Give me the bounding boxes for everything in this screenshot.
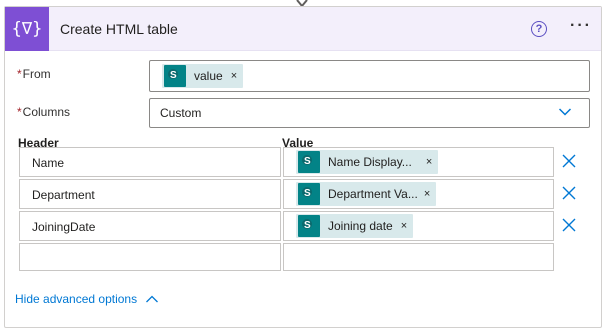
- action-title[interactable]: Create HTML table: [60, 21, 178, 37]
- from-input[interactable]: value ×: [149, 60, 590, 92]
- sharepoint-icon: [298, 151, 320, 173]
- columns-label: *Columns: [17, 105, 70, 119]
- hide-advanced-options-link[interactable]: Hide advanced options: [15, 292, 159, 306]
- value-input[interactable]: Department Va... ×: [283, 179, 554, 209]
- header-cell-text: Name: [32, 156, 65, 170]
- help-icon[interactable]: ?: [531, 21, 547, 37]
- sharepoint-icon: [298, 215, 320, 237]
- action-card: {∇} Create HTML table ? ··· *From value …: [4, 6, 602, 328]
- value-input[interactable]: Joining date ×: [283, 211, 554, 241]
- header-input[interactable]: Name: [19, 147, 281, 177]
- advanced-options-label: Hide advanced options: [15, 292, 138, 306]
- dynamic-content-token[interactable]: Joining date ×: [296, 214, 414, 238]
- token-label: Name Display...: [328, 155, 412, 169]
- dynamic-content-token[interactable]: Department Va... ×: [296, 182, 437, 206]
- header-input[interactable]: Department: [19, 179, 281, 209]
- required-marker: *: [17, 105, 22, 119]
- dynamic-content-token[interactable]: value ×: [162, 64, 244, 88]
- chevron-up-icon: [146, 295, 159, 303]
- sharepoint-icon: [298, 183, 320, 205]
- token-label: Department Va...: [328, 187, 418, 201]
- header-cell-text: JoiningDate: [32, 220, 96, 234]
- chevron-down-icon[interactable]: [559, 108, 571, 116]
- sharepoint-icon: [164, 65, 186, 87]
- value-input[interactable]: [283, 243, 554, 271]
- dynamic-content-token[interactable]: Name Display... ×: [296, 150, 439, 174]
- header-cell-text: Department: [32, 188, 95, 202]
- delete-row-icon[interactable]: [562, 186, 576, 200]
- remove-token-button[interactable]: ×: [424, 188, 430, 200]
- header-input[interactable]: [19, 243, 281, 271]
- token-label: value: [194, 69, 223, 83]
- columns-dropdown[interactable]: Custom: [149, 98, 590, 128]
- remove-token-button[interactable]: ×: [401, 220, 407, 232]
- delete-row-icon[interactable]: [562, 154, 576, 168]
- value-input[interactable]: Name Display... ×: [283, 147, 554, 177]
- more-options-icon[interactable]: ···: [570, 17, 592, 35]
- action-header[interactable]: {∇} Create HTML table ? ···: [5, 7, 601, 51]
- data-operation-icon: {∇}: [5, 7, 49, 51]
- required-marker: *: [17, 67, 22, 81]
- token-label: Joining date: [328, 219, 393, 233]
- from-label: *From: [17, 67, 51, 81]
- delete-row-icon[interactable]: [562, 218, 576, 232]
- columns-label-text: Columns: [22, 105, 71, 119]
- remove-token-button[interactable]: ×: [231, 70, 237, 82]
- remove-token-button[interactable]: ×: [426, 156, 432, 168]
- from-label-text: From: [22, 67, 51, 81]
- columns-selected-value: Custom: [160, 106, 202, 120]
- header-input[interactable]: JoiningDate: [19, 211, 281, 241]
